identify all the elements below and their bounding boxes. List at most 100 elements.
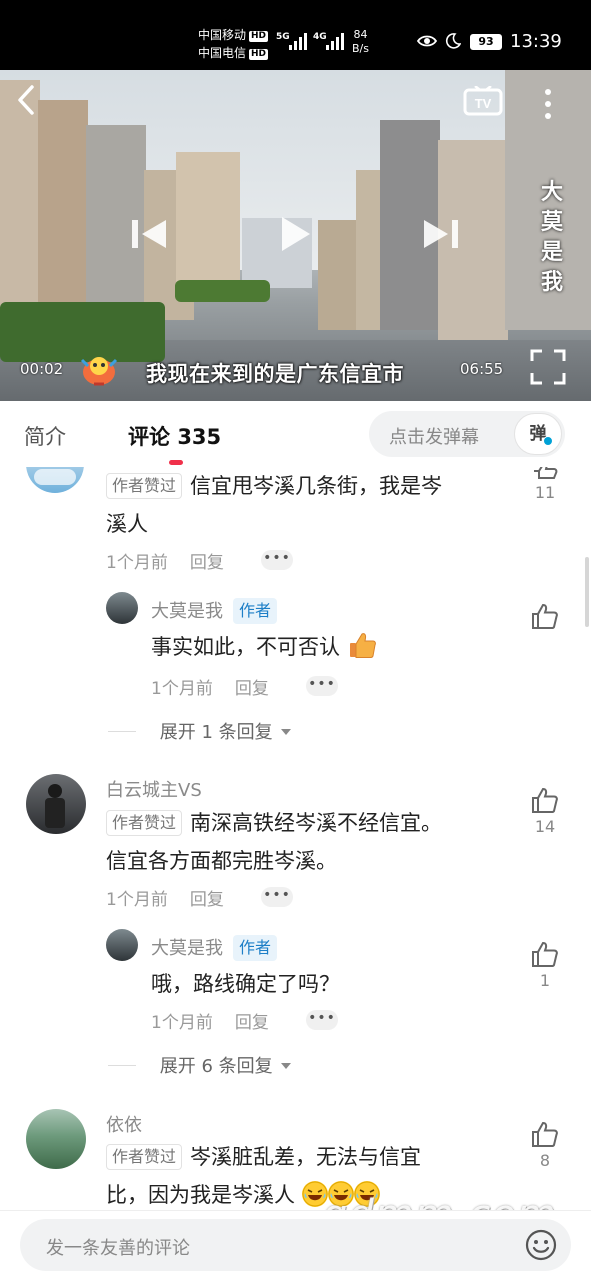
video-player[interactable]: TV 大莫是我 00:02 我现在来到的是广东信宜市 06:55 xyxy=(0,70,591,401)
author-liked-badge: 作者赞过 xyxy=(106,473,183,499)
battery-icon: 93 xyxy=(470,34,502,50)
thumb-up-icon xyxy=(534,467,558,479)
more-options-button[interactable]: ••• xyxy=(261,887,293,907)
more-options-button[interactable]: ••• xyxy=(306,1010,338,1030)
status-bar: 中国移动 HD 中国电信 HD 5G 4G 84 B/s 93 13:39 xyxy=(0,0,591,70)
network-4g-label: 4G xyxy=(313,32,327,42)
emoji-picker-icon[interactable] xyxy=(524,1228,558,1262)
reply-meta: 1个月前 回复 xyxy=(151,674,269,699)
comment-time: 1个月前 xyxy=(106,553,168,573)
comment-author[interactable]: 依依 xyxy=(106,1111,142,1137)
comment-input-placeholder: 发一条友善的评论 xyxy=(46,1238,190,1259)
comment-text: 作者赞过 信宜甩岑溪几条街，我是岑 溪人 xyxy=(106,473,443,536)
video-building xyxy=(0,80,40,330)
like-count: 1 xyxy=(539,971,551,990)
expand-replies-button[interactable]: 展开 1 条回复 xyxy=(108,718,291,744)
video-building xyxy=(176,152,240,282)
like-count: 14 xyxy=(534,817,556,836)
svg-text:TV: TV xyxy=(475,96,492,111)
play-icon[interactable] xyxy=(276,214,314,254)
comment-input[interactable]: 发一条友善的评论 xyxy=(20,1219,571,1271)
carrier-2: 中国电信 xyxy=(198,46,247,60)
like-button[interactable]: 11 xyxy=(530,467,560,502)
avatar[interactable] xyxy=(26,774,86,834)
danmu-toggle-button[interactable]: 弹 xyxy=(514,413,562,455)
author-liked-badge: 作者赞过 xyxy=(106,810,183,836)
scrollbar[interactable] xyxy=(585,557,589,627)
tab-indicator xyxy=(169,460,183,465)
reply-button[interactable]: 回复 xyxy=(235,1013,269,1033)
comment-author[interactable]: 白云城主VS xyxy=(106,776,202,802)
author-liked-badge: 作者赞过 xyxy=(106,1144,183,1170)
tab-intro[interactable]: 简介 xyxy=(24,421,66,451)
video-watermark-text: 大莫是我 xyxy=(541,180,564,295)
comment-text: 作者赞过 南深高铁经岑溪不经信宜。 信宜各方面都完胜岑溪。 xyxy=(106,810,443,873)
current-time: 00:02 xyxy=(20,360,64,378)
eye-comfort-icon xyxy=(417,35,437,47)
network-5g-label: 5G xyxy=(276,32,290,42)
tab-bar: 简介 评论 335 点击发弹幕 弹 xyxy=(0,401,591,467)
fullscreen-icon[interactable] xyxy=(530,349,566,385)
thumb-up-icon xyxy=(532,941,558,967)
video-hedge xyxy=(175,280,270,302)
comment-list[interactable]: 作者赞过 信宜甩岑溪几条街，我是岑 溪人 1个月前 回复 ••• 11 大莫是我 作者 … xyxy=(0,467,591,1210)
avatar[interactable] xyxy=(26,467,84,493)
like-button[interactable]: 14 xyxy=(530,787,560,836)
tab-comments-label: 评论 xyxy=(128,425,170,449)
mascot-icon xyxy=(80,357,118,386)
previous-icon[interactable] xyxy=(128,216,172,252)
video-building xyxy=(318,220,358,330)
video-subtitle: 我现在来到的是广东信宜市 xyxy=(146,362,404,386)
video-building xyxy=(38,100,88,330)
reply-button[interactable]: 回复 xyxy=(190,553,224,573)
tab-comments-count: 335 xyxy=(177,425,222,449)
network-speed: 84 B/s xyxy=(352,28,369,55)
thumb-up-icon xyxy=(532,1121,558,1147)
author-tag: 作者 xyxy=(233,935,278,961)
avatar[interactable] xyxy=(106,929,138,961)
thumb-up-icon xyxy=(532,603,558,629)
reply-text: 哦，路线确定了吗？ xyxy=(151,972,340,996)
comment-time: 1个月前 xyxy=(106,890,168,910)
next-icon[interactable] xyxy=(418,216,462,252)
more-options-button[interactable]: ••• xyxy=(261,550,293,570)
clock: 13:39 xyxy=(510,31,562,52)
avatar[interactable] xyxy=(26,1109,86,1169)
expand-replies-button[interactable]: 展开 6 条回复 xyxy=(108,1052,291,1078)
comment-meta: 1个月前 回复 xyxy=(106,548,224,573)
reply-author[interactable]: 大莫是我 作者 xyxy=(151,934,278,961)
tv-cast-icon[interactable]: TV xyxy=(463,86,503,120)
reply-text: 事实如此，不可否认 xyxy=(151,628,377,666)
tab-comments[interactable]: 评论 335 xyxy=(128,421,221,451)
caret-down-icon xyxy=(280,729,291,735)
hd-badge-2: HD xyxy=(249,49,269,60)
more-vertical-icon[interactable] xyxy=(541,88,555,122)
author-tag: 作者 xyxy=(233,598,278,624)
more-options-button[interactable]: ••• xyxy=(306,676,338,696)
reply-meta: 1个月前 回复 xyxy=(151,1008,269,1033)
caret-down-icon xyxy=(280,1063,291,1069)
comment-composer: 发一条友善的评论 xyxy=(0,1210,591,1280)
hd-badge-1: HD xyxy=(249,31,269,42)
avatar[interactable] xyxy=(106,592,138,624)
reply-time: 1个月前 xyxy=(151,1013,213,1033)
reply-button[interactable]: 回复 xyxy=(190,890,224,910)
danmu-placeholder: 点击发弹幕 xyxy=(389,427,479,448)
like-button[interactable]: 8 xyxy=(530,1121,560,1170)
like-button[interactable] xyxy=(530,603,560,629)
reply-time: 1个月前 xyxy=(151,679,213,699)
thumb-up-icon xyxy=(532,787,558,813)
duration: 06:55 xyxy=(460,360,504,378)
signal-bars-icon-2 xyxy=(326,32,344,50)
reply-author[interactable]: 大莫是我 作者 xyxy=(151,597,278,624)
like-count: 8 xyxy=(539,1151,551,1170)
carrier-info: 中国移动 HD 中国电信 HD xyxy=(198,26,269,62)
signal-bars-icon xyxy=(289,32,307,50)
danmu-input[interactable]: 点击发弹幕 弹 xyxy=(369,411,565,457)
like-button[interactable]: 1 xyxy=(530,941,560,990)
thumbs-up-emoji-icon xyxy=(349,633,376,658)
back-arrow-icon[interactable] xyxy=(14,84,40,116)
reply-button[interactable]: 回复 xyxy=(235,679,269,699)
danmu-status-dot xyxy=(543,436,553,446)
carrier-1: 中国移动 xyxy=(198,28,247,42)
